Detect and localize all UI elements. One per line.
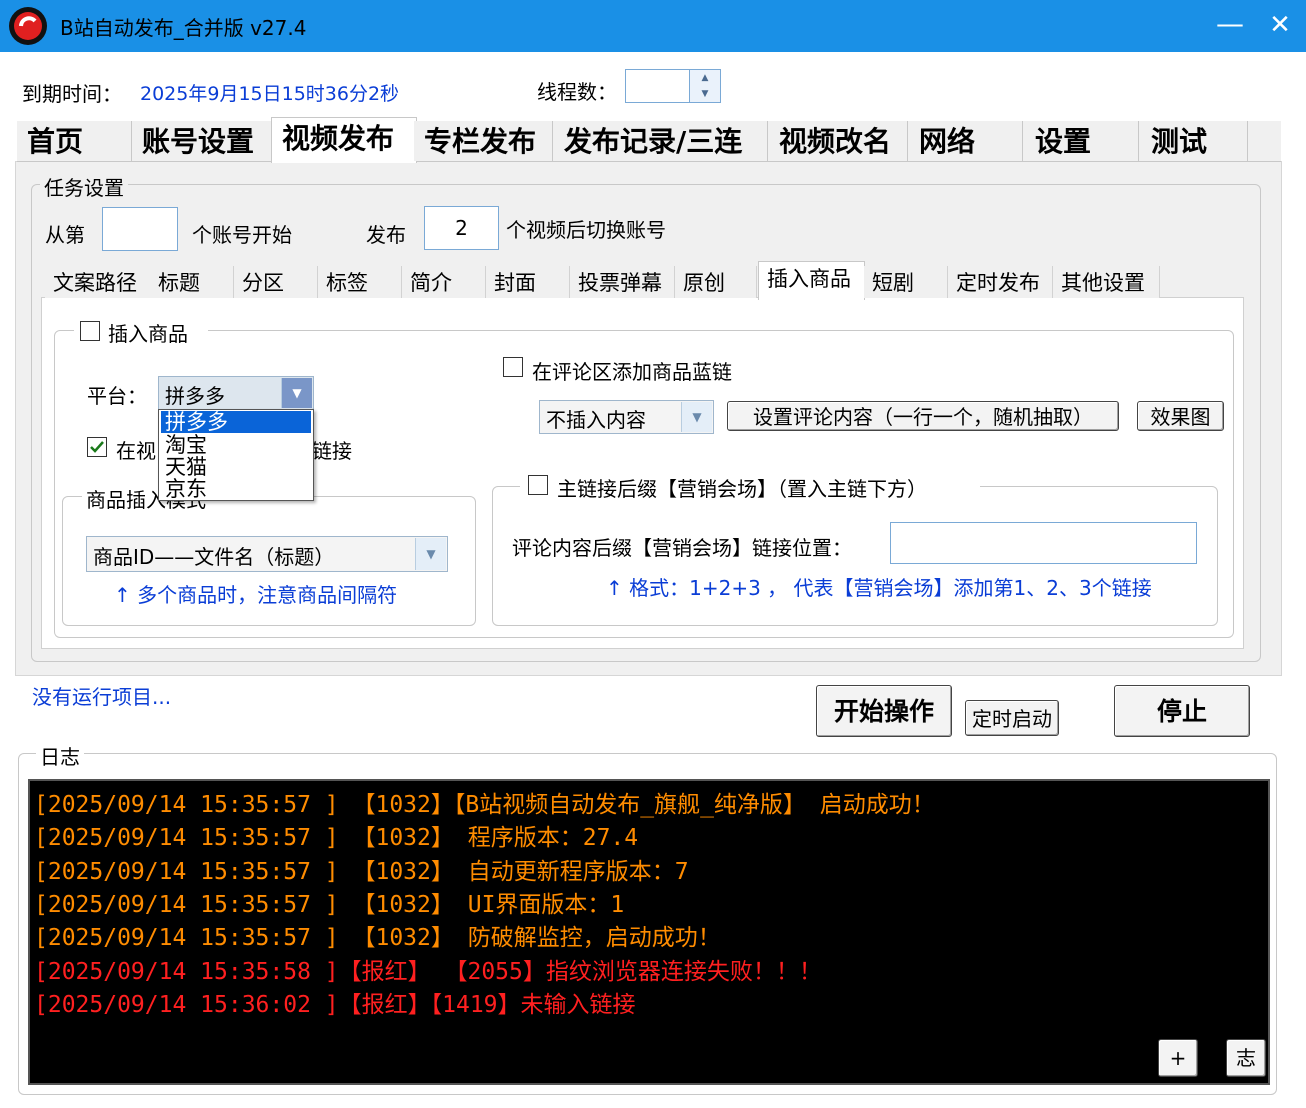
platform-option-taobao[interactable]: 淘宝 (161, 434, 311, 456)
comment-blue-link-label: 在评论区添加商品蓝链 (532, 360, 732, 384)
log-line: [2025/09/14 15:35:57 ] 【1032】 UI界面版本：1 (34, 891, 625, 918)
insert-goods-checkbox[interactable] (80, 321, 100, 341)
log-line: [2025/09/14 15:35:57 ] 【1032】 程序版本：27.4 (34, 825, 639, 852)
log-label: 日志 (36, 741, 84, 770)
thread-spinner[interactable]: ▲ ▼ (689, 69, 721, 103)
spin-up-icon[interactable]: ▲ (690, 70, 720, 86)
comment-suffix-label: 评论内容后缀【营销会场】链接位置： (512, 536, 852, 560)
tab-publish-records[interactable]: 发布记录/三连 (554, 121, 768, 161)
subtab-vote-danmaku[interactable]: 投票弹幕 (570, 266, 675, 298)
log-line: [2025/09/14 15:35:57 ] 【1032】【B站视频自动发布_旗… (34, 792, 935, 818)
task-settings-label: 任务设置 (40, 172, 128, 201)
thread-count-input[interactable] (625, 69, 691, 103)
insert-mode-combo[interactable]: 商品ID——文件名（标题） ▼ (86, 536, 448, 572)
log-line: [2025/09/14 15:35:57 ] 【1032】 防破解监控，启动成功… (34, 925, 721, 952)
account-start-label: 个账号开始 (192, 223, 292, 247)
platform-option-pinduoduo[interactable]: 拼多多 (161, 411, 311, 433)
subtab-short-drama[interactable]: 短剧 (864, 266, 948, 298)
comment-combo-value: 不插入内容 (546, 408, 646, 432)
app-logo-icon (9, 7, 47, 45)
tab-column-publish[interactable]: 专栏发布 (414, 121, 553, 161)
insert-mode-value: 商品ID——文件名（标题） (93, 545, 335, 569)
platform-label: 平台： (87, 384, 147, 408)
subtab-scheduled-publish[interactable]: 定时发布 (948, 266, 1053, 298)
comment-content-combo[interactable]: 不插入内容 ▼ (539, 400, 714, 434)
from-label: 从第 (45, 223, 85, 247)
platform-option-tmall[interactable]: 天猫 (161, 456, 311, 478)
close-icon[interactable]: ✕ (1262, 6, 1298, 46)
stop-button[interactable]: 停止 (1114, 685, 1250, 737)
log-plus-button[interactable]: + (1158, 1039, 1198, 1077)
insert-goods-label: 插入商品 (108, 322, 188, 346)
platform-combo-value: 拼多多 (165, 384, 225, 408)
chevron-down-icon[interactable]: ▼ (415, 538, 446, 570)
insert-mode-tip: ↑ 多个商品时，注意商品间隔符 (114, 583, 398, 607)
window-title: B站自动发布_合并版 v27.4 (60, 16, 307, 40)
in-video-label: 在视 (116, 439, 156, 463)
main-link-suffix-label: 主链接后缀【营销会场】（置入主链下方） (557, 477, 927, 501)
log-line: [2025/09/14 15:35:58 ]【报红】 【2055】指纹浏览器连接… (34, 958, 822, 985)
expire-label: 到期时间： (22, 82, 122, 106)
tab-test[interactable]: 测试 (1141, 121, 1248, 161)
subtab-original[interactable]: 原创 (675, 266, 757, 298)
comment-suffix-input[interactable] (890, 522, 1197, 564)
platform-dropdown-list: 拼多多 淘宝 天猫 京东 (158, 409, 314, 501)
subtab-category[interactable]: 分区 (234, 266, 318, 298)
subtab-title[interactable]: 标题 (150, 266, 234, 298)
link-suffix-label: 链接 (312, 439, 352, 463)
comment-blue-link-checkbox[interactable] (503, 357, 523, 377)
tab-settings[interactable]: 设置 (1025, 121, 1139, 161)
subtab-copy-path[interactable]: 文案路径 (45, 266, 152, 298)
log-output[interactable]: [2025/09/14 15:35:57 ] 【1032】【B站视频自动发布_旗… (28, 779, 1270, 1085)
log-view-button[interactable]: 志 (1226, 1039, 1266, 1077)
publish-count-input[interactable]: 2 (424, 206, 499, 250)
log-line: [2025/09/14 15:36:02 ]【报红】【1419】未输入链接 (34, 991, 636, 1018)
main-tab-bar: 首页 账号设置 视频发布 专栏发布 发布记录/三连 视频改名 网络 设置 测试 (17, 117, 1281, 163)
log-line: [2025/09/14 15:35:57 ] 【1032】 自动更新程序版本：7 (34, 858, 689, 885)
tab-video-publish[interactable]: 视频发布 (271, 117, 417, 163)
subtab-insert-goods[interactable]: 插入商品 (758, 261, 865, 300)
start-button[interactable]: 开始操作 (816, 685, 952, 737)
subtab-other-settings[interactable]: 其他设置 (1053, 266, 1160, 298)
tab-home[interactable]: 首页 (17, 121, 132, 161)
chevron-down-icon[interactable]: ▼ (681, 402, 712, 432)
publish-label: 发布 (366, 223, 406, 247)
platform-combo[interactable]: 拼多多 ▼ (158, 376, 314, 410)
subtab-tags[interactable]: 标签 (318, 266, 402, 298)
running-status-text: 没有运行项目... (32, 685, 172, 709)
set-comment-content-button[interactable]: 设置评论内容（一行一个，随机抽取） (727, 401, 1119, 431)
check-icon (90, 441, 104, 453)
switch-account-label: 个视频后切换账号 (506, 218, 666, 242)
subtab-intro[interactable]: 简介 (402, 266, 486, 298)
from-account-input[interactable] (102, 207, 178, 251)
tab-video-rename[interactable]: 视频改名 (769, 121, 908, 161)
tab-network[interactable]: 网络 (909, 121, 1023, 161)
chevron-down-icon[interactable]: ▼ (281, 378, 312, 408)
platform-option-jd[interactable]: 京东 (161, 478, 311, 500)
in-video-checkbox[interactable] (87, 437, 107, 457)
expire-value: 2025年9月15日15时36分2秒 (140, 83, 400, 105)
format-tip: ↑ 格式：1+2+3 ， 代表【营销会场】添加第1、2、3个链接 (606, 576, 1152, 600)
subtab-cover[interactable]: 封面 (486, 266, 570, 298)
minimize-icon[interactable]: — (1212, 6, 1248, 46)
main-link-suffix-checkbox[interactable] (528, 475, 548, 495)
timer-start-button[interactable]: 定时启动 (965, 700, 1059, 736)
spin-down-icon[interactable]: ▼ (690, 86, 720, 102)
effect-preview-button[interactable]: 效果图 (1137, 401, 1224, 431)
tab-account-settings[interactable]: 账号设置 (132, 121, 280, 161)
thread-label: 线程数： (537, 80, 617, 104)
